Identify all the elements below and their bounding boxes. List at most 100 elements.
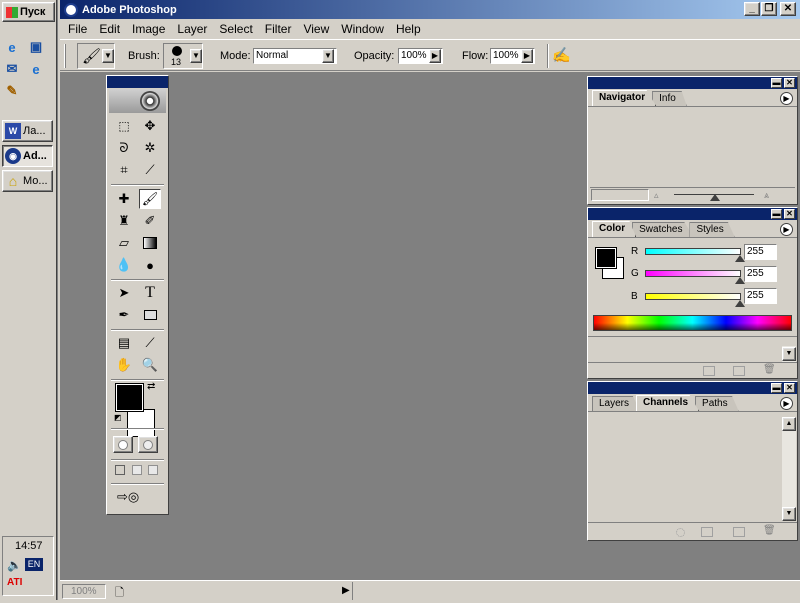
clone-stamp-icon[interactable]: ♜	[113, 211, 135, 231]
background-color-swatch[interactable]	[127, 409, 155, 437]
tab-swatches[interactable]: Swatches	[632, 222, 694, 237]
palette-menu-icon[interactable]: ▶	[780, 92, 793, 105]
type-tool-icon[interactable]: T	[139, 283, 161, 303]
green-slider-track[interactable]	[645, 270, 741, 277]
blue-slider-track[interactable]	[645, 293, 741, 300]
slice-tool-icon[interactable]: ⟋	[139, 160, 161, 180]
adobe-logo[interactable]	[109, 89, 166, 113]
lasso-tool-icon[interactable]: ᘐ	[113, 138, 135, 158]
task-button-word[interactable]: W Ла...	[2, 120, 53, 142]
save-selection-icon[interactable]	[701, 527, 713, 537]
jump-to-imageready-icon[interactable]: ⇨◎	[117, 489, 157, 507]
menu-view[interactable]: View	[297, 22, 335, 36]
trash-icon[interactable]: 🗑	[763, 525, 776, 536]
document-info-icon[interactable]: 🗋	[115, 584, 124, 603]
palette-minimize-button[interactable]: ▬	[771, 78, 782, 88]
menu-select[interactable]: Select	[213, 22, 258, 36]
screen-mode-full-icon[interactable]	[148, 465, 158, 475]
red-value-input[interactable]: 255	[744, 244, 777, 260]
ie-icon[interactable]: e	[3, 38, 21, 56]
scroll-up-icon[interactable]: ▲	[782, 417, 796, 431]
desktop-icon[interactable]: ▣	[27, 38, 45, 56]
volume-icon[interactable]: 🔈	[7, 558, 22, 572]
status-menu-arrow-icon[interactable]: ▶	[342, 585, 350, 596]
screen-mode-full-menu-icon[interactable]	[132, 465, 142, 475]
dodge-tool-icon[interactable]: ●	[139, 255, 161, 275]
blur-tool-icon[interactable]: 💧	[113, 255, 135, 275]
red-slider-track[interactable]	[645, 248, 741, 255]
tool-preset-picker[interactable]: 🖌 ▼	[77, 43, 115, 69]
palette-close-button[interactable]: ✕	[784, 209, 795, 219]
notes-tool-icon[interactable]: ▤	[113, 333, 135, 353]
toolbox-title-bar[interactable]	[107, 76, 168, 88]
quickmask-mode-button[interactable]	[138, 436, 158, 453]
menu-window[interactable]: Window	[335, 22, 390, 36]
new-swatch-icon[interactable]	[703, 366, 715, 376]
green-value-input[interactable]: 255	[744, 266, 777, 282]
marquee-tool-icon[interactable]: ⬚	[113, 116, 135, 136]
start-button[interactable]: Пуск	[2, 2, 55, 22]
brush-tool-icon[interactable]: 🖌	[139, 189, 161, 209]
airbrush-icon[interactable]: ✍	[552, 46, 571, 64]
gradient-tool-icon[interactable]	[139, 233, 161, 253]
minimize-button[interactable]: _	[744, 2, 760, 16]
trash-icon[interactable]: 🗑	[763, 364, 776, 375]
palette-close-button[interactable]: ✕	[784, 78, 795, 88]
zoom-slider-thumb[interactable]	[710, 194, 720, 201]
mode-select[interactable]: Normal ▼	[253, 48, 337, 64]
path-selection-icon[interactable]: ➤	[113, 283, 135, 303]
shape-tool-icon[interactable]	[139, 305, 161, 325]
zoom-out-icon[interactable]: ▵	[654, 190, 659, 201]
palette-title-bar[interactable]: ▬ ✕	[588, 77, 797, 89]
menu-help[interactable]: Help	[390, 22, 427, 36]
screen-mode-standard-icon[interactable]	[115, 465, 125, 475]
camera-icon[interactable]	[733, 366, 745, 376]
menu-image[interactable]: Image	[126, 22, 171, 36]
scroll-down-icon[interactable]: ▼	[782, 507, 796, 521]
palette-minimize-button[interactable]: ▬	[771, 383, 782, 393]
palette-close-button[interactable]: ✕	[784, 383, 795, 393]
flow-input[interactable]: 100% ▶	[490, 48, 535, 64]
palette-title-bar[interactable]: ▬ ✕	[588, 208, 797, 220]
tab-paths[interactable]: Paths	[695, 396, 739, 411]
default-colors-icon[interactable]: ◩	[114, 413, 122, 422]
brush-picker[interactable]: 13 ▼	[163, 43, 203, 69]
menu-edit[interactable]: Edit	[93, 22, 126, 36]
crop-tool-icon[interactable]: ⌗	[113, 160, 135, 180]
blue-value-input[interactable]: 255	[744, 288, 777, 304]
magic-wand-icon[interactable]: ✲	[139, 138, 161, 158]
menu-file[interactable]: File	[62, 22, 93, 36]
chevron-right-icon[interactable]: ▶	[429, 49, 441, 63]
history-brush-icon[interactable]: ✐	[139, 211, 161, 231]
zoom-field[interactable]	[591, 189, 649, 201]
palette-minimize-button[interactable]: ▬	[771, 209, 782, 219]
zoom-tool-icon[interactable]: 🔍	[139, 355, 161, 375]
palette-menu-icon[interactable]: ▶	[780, 223, 793, 236]
foreground-color-swatch[interactable]	[595, 247, 617, 269]
eraser-tool-icon[interactable]: ▱	[113, 233, 135, 253]
move-tool-icon[interactable]: ✥	[139, 116, 161, 136]
ati-icon[interactable]: ATI	[7, 577, 22, 588]
pen-tool-icon[interactable]: ✒	[113, 305, 135, 325]
channels-list[interactable]	[590, 417, 780, 521]
color-ramp[interactable]	[593, 315, 792, 331]
zoom-in-icon[interactable]: ⩓	[764, 190, 769, 201]
tab-layers[interactable]: Layers	[592, 396, 641, 411]
hand-tool-icon[interactable]: ✋	[113, 355, 135, 375]
channels-scrollbar[interactable]: ▲ ▼	[782, 417, 796, 521]
standard-mode-button[interactable]	[113, 436, 133, 453]
foreground-color-swatch[interactable]	[115, 383, 144, 412]
task-button-folder[interactable]: ⌂ Мо...	[2, 170, 53, 192]
tab-channels[interactable]: Channels	[636, 395, 700, 411]
menu-filter[interactable]: Filter	[259, 22, 298, 36]
chevron-down-icon[interactable]: ▼	[322, 49, 334, 63]
healing-brush-icon[interactable]: ✚	[113, 189, 135, 209]
restore-button[interactable]: ❐	[761, 2, 777, 16]
palette-menu-icon[interactable]: ▶	[780, 397, 793, 410]
chevron-down-icon[interactable]: ▼	[102, 49, 114, 63]
channel-icon[interactable]: ✎	[3, 82, 21, 100]
tab-info[interactable]: Info	[652, 91, 687, 106]
menu-layer[interactable]: Layer	[171, 22, 213, 36]
ie2-icon[interactable]: e	[27, 60, 45, 78]
load-selection-icon[interactable]	[676, 528, 685, 537]
